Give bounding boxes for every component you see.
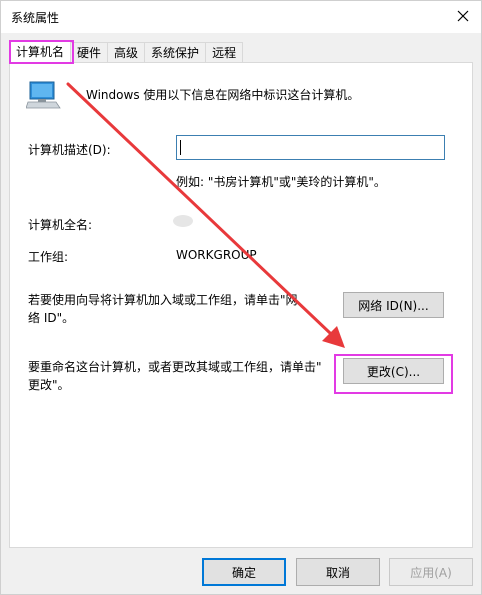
network-id-text: 若要使用向导将计算机加入域或工作组，请单击"网 络 ID"。 [28, 291, 318, 327]
change-button[interactable]: 更改(C)... [343, 358, 444, 384]
title-bar: 系统属性 [1, 1, 481, 33]
tab-computer-name[interactable]: 计算机名 [9, 41, 72, 63]
apply-button[interactable]: 应用(A) [389, 558, 473, 586]
rename-text: 要重命名这台计算机，或者更改其域或工作组，请单击" 更改"。 [28, 358, 328, 394]
network-id-text-line1: 若要使用向导将计算机加入域或工作组，请单击"网 [28, 293, 298, 307]
network-id-button[interactable]: 网络 ID(N)... [343, 292, 444, 318]
tab-advanced[interactable]: 高级 [107, 42, 146, 63]
intro-text: Windows 使用以下信息在网络中标识这台计算机。 [86, 88, 360, 102]
network-id-text-line2: 络 ID"。 [28, 311, 75, 325]
workgroup-value: WORKGROUP [176, 248, 257, 262]
description-example: 例如: "书房计算机"或"美玲的计算机"。 [176, 175, 386, 189]
rename-text-line1: 要重命名这台计算机，或者更改其域或工作组，请单击" [28, 360, 322, 374]
redacted-name-blob [173, 215, 193, 227]
computer-icon [26, 81, 61, 109]
tab-hardware[interactable]: 硬件 [70, 42, 109, 63]
tab-remote[interactable]: 远程 [205, 42, 244, 63]
description-input[interactable] [176, 135, 445, 160]
full-name-label: 计算机全名: [28, 218, 93, 232]
tab-strip: 计算机名 硬件 高级 系统保护 远程 [9, 41, 244, 63]
ok-button[interactable]: 确定 [202, 558, 286, 586]
close-button[interactable] [449, 3, 477, 29]
close-icon [457, 10, 469, 22]
workgroup-label: 工作组: [28, 250, 69, 264]
tab-system-protection[interactable]: 系统保护 [144, 42, 207, 63]
window-title: 系统属性 [11, 11, 60, 25]
cancel-button[interactable]: 取消 [296, 558, 380, 586]
rename-text-line2: 更改"。 [28, 378, 70, 392]
text-caret [180, 140, 181, 155]
description-label: 计算机描述(D): [28, 143, 111, 157]
